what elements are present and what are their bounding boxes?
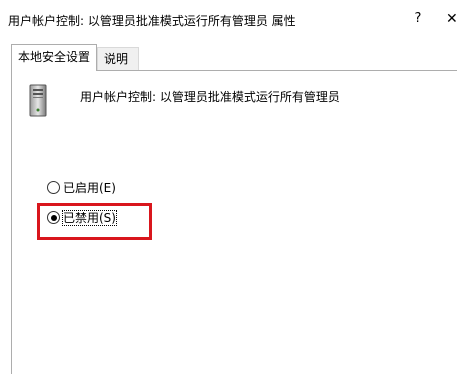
computer-tower-icon (29, 84, 47, 117)
policy-name: 用户帐户控制: 以管理员批准模式运行所有管理员 (80, 90, 340, 104)
enabled-option[interactable]: 已启用(E) (47, 179, 116, 196)
disabled-label: 已禁用(S) (62, 210, 117, 226)
title-bar: 用户帐户控制: 以管理员批准模式运行所有管理员 属性 ? ✕ (0, 0, 463, 38)
enabled-radio[interactable] (47, 181, 60, 194)
enabled-label: 已启用(E) (63, 181, 116, 195)
tab-local-security-setting[interactable]: 本地安全设置 (11, 44, 97, 71)
window-title: 用户帐户控制: 以管理员批准模式运行所有管理员 属性 (8, 14, 296, 28)
tab-explain[interactable]: 说明 (97, 47, 139, 70)
close-button[interactable]: ✕ (446, 8, 463, 30)
disabled-radio[interactable] (47, 211, 60, 224)
disabled-option[interactable]: 已禁用(S) (47, 209, 117, 226)
help-button[interactable]: ? (408, 8, 428, 30)
tab-bar: 本地安全设置 说明 (0, 44, 463, 71)
window-edge (457, 70, 463, 374)
